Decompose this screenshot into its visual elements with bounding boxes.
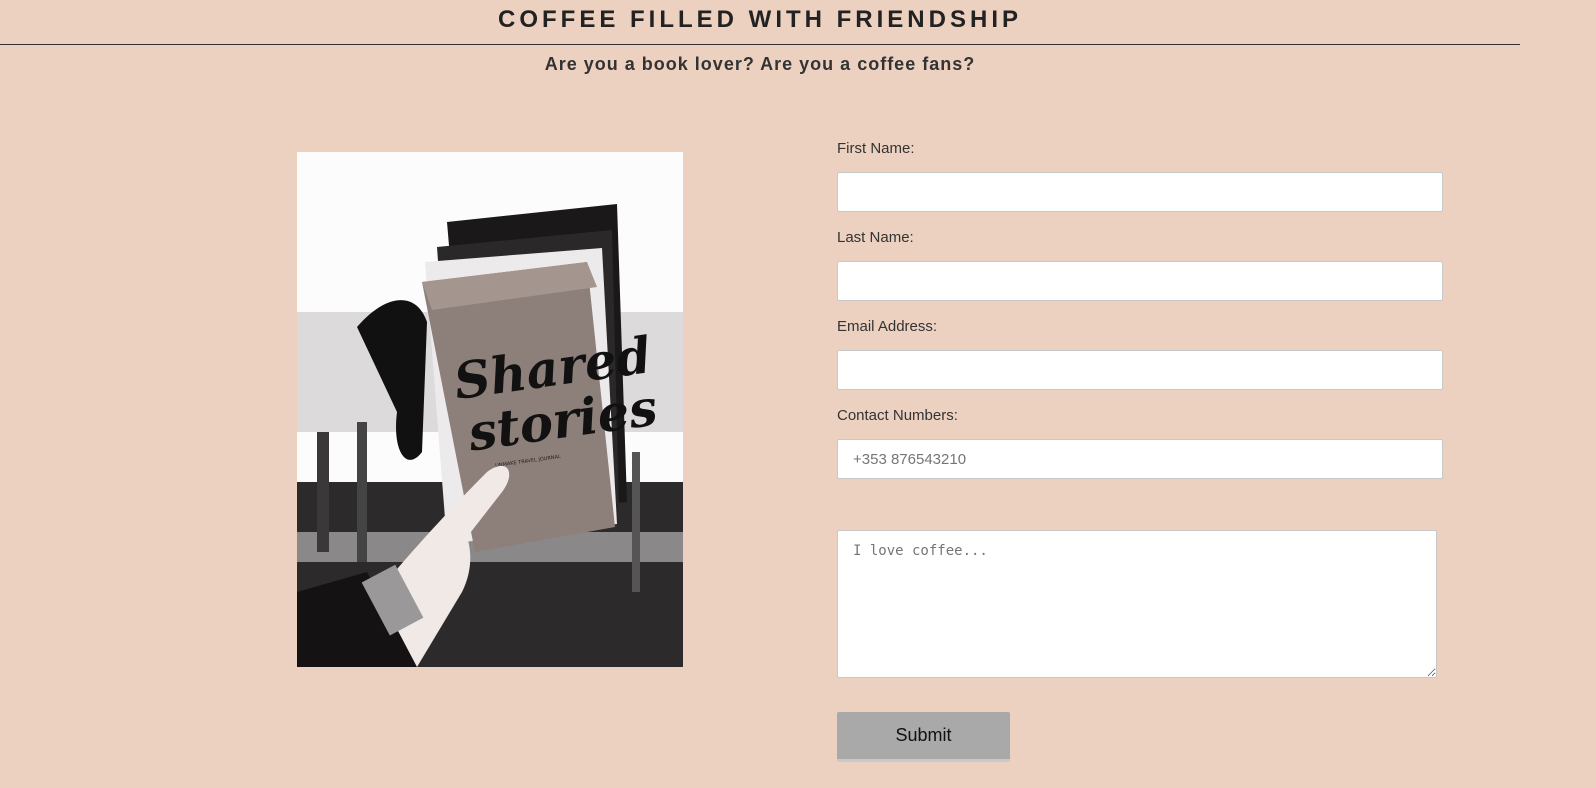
book-photo-illustration: Shared stories UNMAKE TRAVEL JOURNAL — [297, 152, 683, 667]
last-name-input[interactable] — [837, 261, 1443, 301]
submit-button[interactable]: Submit — [837, 712, 1010, 762]
site-title: COFFEE FILLED WITH FRIENDSHIP — [498, 6, 1022, 33]
first-name-label: First Name: — [837, 140, 915, 157]
email-input[interactable] — [837, 350, 1443, 390]
last-name-label: Last Name: — [837, 229, 914, 246]
contact-number-input[interactable] — [837, 439, 1443, 479]
title-divider — [0, 44, 1520, 45]
contact-number-label: Contact Numbers: — [837, 407, 958, 424]
page: COFFEE FILLED WITH FRIENDSHIP Are you a … — [0, 0, 1596, 788]
first-name-input[interactable] — [837, 172, 1443, 212]
email-label: Email Address: — [837, 318, 938, 335]
book-photo: Shared stories UNMAKE TRAVEL JOURNAL — [297, 152, 683, 667]
tagline: Are you a book lover? Are you a coffee f… — [544, 54, 976, 74]
message-textarea[interactable] — [837, 530, 1437, 678]
